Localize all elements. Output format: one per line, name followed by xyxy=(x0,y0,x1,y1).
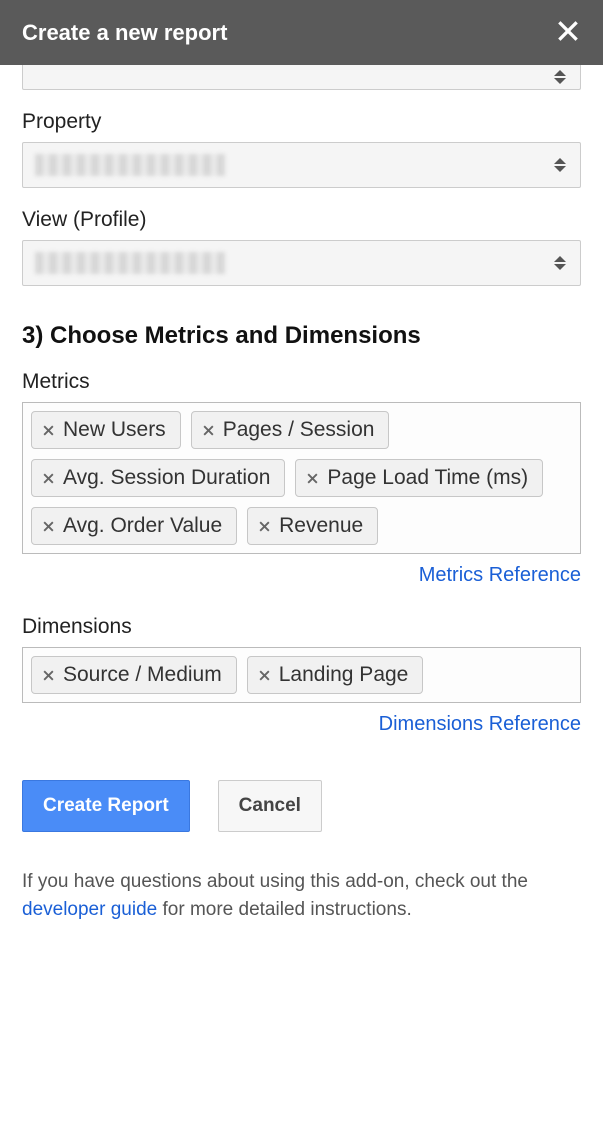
button-row: Create Report Cancel xyxy=(22,780,581,832)
x-icon xyxy=(258,520,271,533)
tag-label: Avg. Session Duration xyxy=(63,466,270,490)
dialog-header: Create a new report xyxy=(0,0,603,65)
metric-tag: Pages / Session xyxy=(191,411,390,449)
metric-tag: Revenue xyxy=(247,507,378,545)
remove-tag-button[interactable] xyxy=(42,424,55,437)
remove-tag-button[interactable] xyxy=(306,472,319,485)
x-icon xyxy=(258,669,271,682)
footer-text: If you have questions about using this a… xyxy=(22,868,581,923)
x-icon xyxy=(42,472,55,485)
sort-icon xyxy=(554,158,566,172)
cancel-button[interactable]: Cancel xyxy=(218,780,322,832)
tag-label: Avg. Order Value xyxy=(63,514,222,538)
metric-tag: Avg. Session Duration xyxy=(31,459,285,497)
dimension-tag: Source / Medium xyxy=(31,656,237,694)
remove-tag-button[interactable] xyxy=(202,424,215,437)
remove-tag-button[interactable] xyxy=(258,520,271,533)
footer-post: for more detailed instructions. xyxy=(157,899,412,920)
create-report-button[interactable]: Create Report xyxy=(22,780,190,832)
x-icon xyxy=(306,472,319,485)
close-button[interactable] xyxy=(555,18,581,47)
property-label: Property xyxy=(22,110,581,134)
close-icon xyxy=(555,18,581,44)
tag-label: New Users xyxy=(63,418,166,442)
tag-label: Source / Medium xyxy=(63,663,222,687)
remove-tag-button[interactable] xyxy=(42,472,55,485)
section-3-heading: 3) Choose Metrics and Dimensions xyxy=(22,322,581,350)
x-icon xyxy=(42,520,55,533)
remove-tag-button[interactable] xyxy=(42,669,55,682)
view-label: View (Profile) xyxy=(22,208,581,232)
remove-tag-button[interactable] xyxy=(42,520,55,533)
dimensions-input[interactable]: Source / Medium Landing Page xyxy=(22,647,581,703)
metrics-reference-link[interactable]: Metrics Reference xyxy=(22,564,581,587)
metrics-input[interactable]: New Users Pages / Session Avg. Session Dur… xyxy=(22,402,581,554)
remove-tag-button[interactable] xyxy=(258,669,271,682)
tag-label: Revenue xyxy=(279,514,363,538)
property-select[interactable] xyxy=(22,142,581,188)
x-icon xyxy=(42,424,55,437)
developer-guide-link[interactable]: developer guide xyxy=(22,899,157,920)
redacted-value xyxy=(35,241,225,285)
tag-label: Pages / Session xyxy=(223,418,375,442)
metrics-label: Metrics xyxy=(22,370,581,394)
account-select[interactable] xyxy=(22,65,581,90)
x-icon xyxy=(42,669,55,682)
dimension-tag: Landing Page xyxy=(247,656,424,694)
metric-tag: New Users xyxy=(31,411,181,449)
dimensions-label: Dimensions xyxy=(22,615,581,639)
tag-label: Landing Page xyxy=(279,663,409,687)
dimensions-reference-link[interactable]: Dimensions Reference xyxy=(22,713,581,736)
view-select[interactable] xyxy=(22,240,581,286)
x-icon xyxy=(202,424,215,437)
dialog-title: Create a new report xyxy=(22,20,227,46)
sort-icon xyxy=(554,256,566,270)
metric-tag: Page Load Time (ms) xyxy=(295,459,543,497)
sort-icon xyxy=(554,70,566,84)
redacted-value xyxy=(35,143,225,187)
dialog-body: Property View (Profile) 3) Choose Metric… xyxy=(0,65,603,953)
footer-pre: If you have questions about using this a… xyxy=(22,871,528,892)
tag-label: Page Load Time (ms) xyxy=(327,466,528,490)
metric-tag: Avg. Order Value xyxy=(31,507,237,545)
